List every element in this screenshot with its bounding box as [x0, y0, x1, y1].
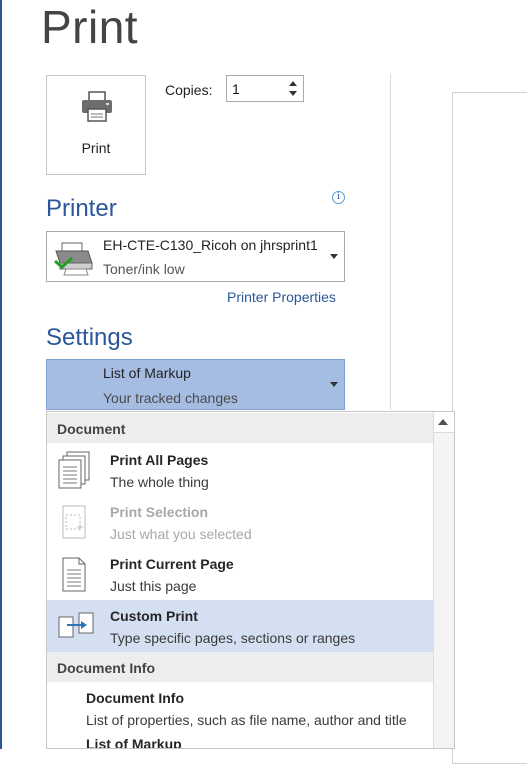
copies-label: Copies:: [165, 82, 213, 98]
copies-stepper[interactable]: 1: [226, 75, 304, 102]
menu-item-title: Print Selection: [110, 504, 209, 520]
menu-group-header: Document Info: [47, 652, 434, 682]
menu-item-print-selection[interactable]: Print Selection Just what you selected: [47, 496, 434, 548]
chevron-down-icon: [330, 382, 338, 387]
print-button[interactable]: Print: [46, 75, 146, 175]
printer-icon: [82, 91, 112, 122]
info-icon[interactable]: i: [332, 191, 345, 204]
selected-option-subtitle: Your tracked changes: [103, 390, 238, 406]
left-accent-bar: [0, 0, 2, 749]
selected-option-title: List of Markup: [103, 365, 191, 381]
menu-scrollbar[interactable]: [433, 412, 454, 748]
menu-item-title: Custom Print: [110, 608, 198, 624]
menu-item-title: Print All Pages: [110, 452, 209, 468]
menu-item-print-all-pages[interactable]: Print All Pages The whole thing: [47, 444, 434, 496]
menu-item-custom-print[interactable]: Custom Print Type specific pages, sectio…: [47, 600, 434, 652]
printer-device-icon: [54, 242, 93, 276]
custom-pages-icon: [58, 612, 94, 638]
menu-item-subtitle: Just this page: [110, 578, 197, 594]
menu-item-subtitle: The whole thing: [110, 474, 209, 490]
menu-item-list-of-markup[interactable]: List of Markup: [47, 728, 434, 749]
spin-up-icon[interactable]: [287, 78, 299, 88]
page-title: Print: [41, 1, 139, 53]
menu-item-subtitle: List of properties, such as file name, a…: [86, 712, 407, 728]
settings-heading: Settings: [46, 324, 133, 351]
menu-item-title: Print Current Page: [110, 556, 234, 572]
copies-value[interactable]: 1: [232, 81, 240, 97]
menu-item-print-current-page[interactable]: Print Current Page Just this page: [47, 548, 434, 600]
chevron-up-icon: [438, 419, 448, 425]
scroll-up-button[interactable]: [434, 412, 454, 433]
divider: [390, 74, 391, 410]
print-preview-page: [452, 92, 527, 764]
chevron-down-icon: [330, 254, 338, 259]
menu-item-document-info[interactable]: Document Info List of properties, such a…: [47, 682, 434, 734]
printer-status: Toner/ink low: [103, 261, 185, 277]
menu-item-subtitle: Type specific pages, sections or ranges: [110, 630, 356, 646]
spin-down-icon[interactable]: [287, 89, 299, 99]
printer-dropdown[interactable]: EH-CTE-C130_Ricoh on jhrsprint1 Toner/in…: [46, 231, 345, 282]
selection-page-icon: [62, 505, 86, 539]
menu-group-label: Document: [57, 421, 126, 437]
printer-properties-link[interactable]: Printer Properties: [227, 289, 336, 305]
menu-item-title: List of Markup: [86, 736, 182, 749]
printer-name: EH-CTE-C130_Ricoh on jhrsprint1: [103, 237, 318, 253]
menu-item-title: Document Info: [86, 690, 184, 706]
menu-group-header: Document: [47, 413, 434, 443]
menu-group-label: Document Info: [57, 660, 155, 676]
pages-stack-icon: [58, 451, 90, 489]
print-button-label: Print: [81, 140, 111, 156]
print-range-menu: Document Print All Pages The whole thing: [46, 411, 455, 749]
print-range-dropdown[interactable]: List of Markup Your tracked changes: [46, 359, 345, 410]
menu-item-subtitle: Just what you selected: [110, 526, 252, 542]
printer-heading: Printer: [46, 195, 117, 222]
single-page-icon: [62, 557, 86, 592]
